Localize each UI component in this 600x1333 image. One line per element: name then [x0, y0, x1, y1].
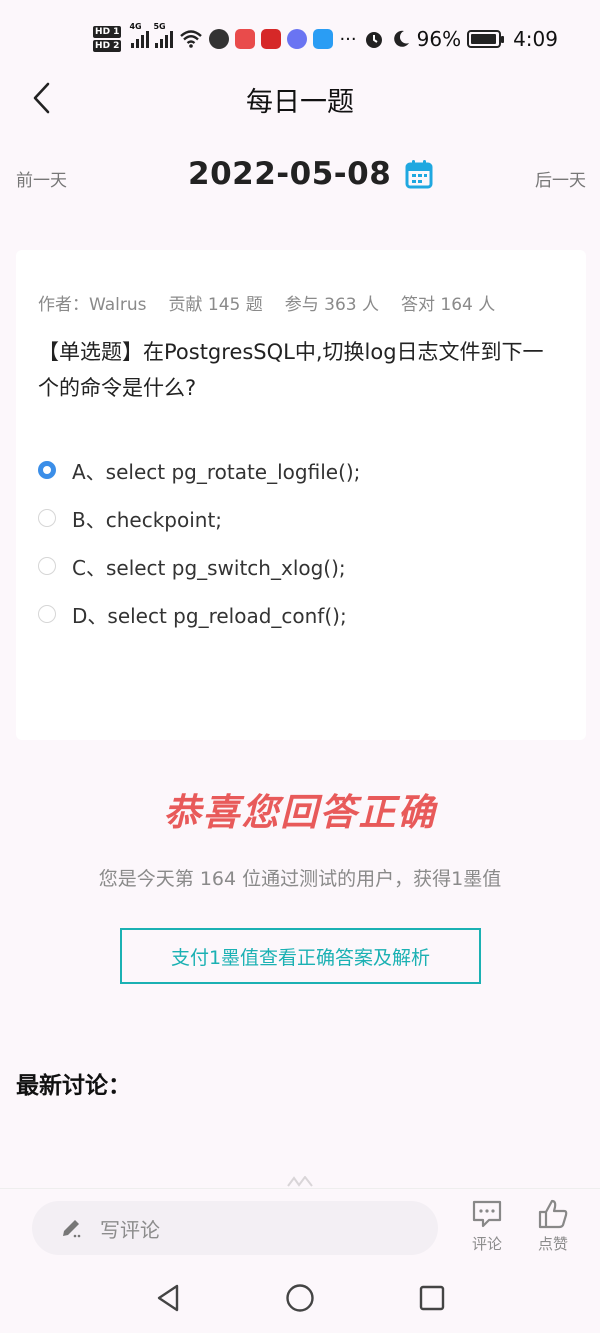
triangle-back-icon [157, 1284, 179, 1311]
thumbs-up-icon [538, 1199, 568, 1229]
question-text: 【单选题】在PostgresSQL中,切换log日志文件到下一个的命令是什么? [38, 340, 544, 400]
pencil-icon [63, 1220, 81, 1238]
empty-state-icon [287, 1176, 313, 1187]
next-day-link[interactable]: 后一天 [535, 166, 586, 191]
status-bar: HD 1 HD 2 4G 5G ··· 96% 4:09 [0, 0, 600, 78]
contributed-count: 贡献 145 题 [168, 295, 263, 315]
option-list: A、select pg_rotate_logfile(); B、checkpoi… [38, 446, 360, 638]
hd-icon: HD 1 HD 2 [93, 26, 122, 52]
radio-button[interactable] [38, 605, 56, 623]
prev-day-link[interactable]: 前一天 [16, 166, 67, 191]
comment-bar: 写评论 评论 点赞 [0, 1188, 600, 1260]
option-c[interactable]: C、select pg_switch_xlog(); [38, 542, 360, 590]
comment-label: 评论 [471, 1235, 502, 1253]
battery-percent: 96% [416, 27, 462, 51]
app-icon [235, 29, 256, 49]
question-meta: 作者：Walrus 贡献 145 题 参与 363 人 答对 164 人 [38, 290, 495, 315]
app-icon [313, 29, 334, 49]
nav-home-button[interactable] [280, 1278, 320, 1318]
system-nav-bar [0, 1262, 600, 1333]
option-label: C、select pg_switch_xlog(); [72, 555, 346, 580]
congrats-message: 恭喜您回答正确 [163, 791, 437, 834]
like-label: 点赞 [537, 1235, 568, 1253]
signal-icon: 5G [153, 22, 174, 48]
app-icon [209, 29, 230, 49]
app-header: 每日一题 [0, 70, 600, 128]
result-subline: 您是今天第 164 位通过测试的用户，获得1墨值 [98, 868, 502, 890]
radio-button[interactable] [38, 461, 56, 479]
signal-icon: 4G [129, 22, 150, 48]
like-button[interactable]: 点赞 [528, 1197, 578, 1254]
option-label: D、select pg_reload_conf(); [72, 603, 347, 628]
option-b[interactable]: B、checkpoint; [38, 494, 360, 542]
date-navigator: 前一天 2022-05-08 后一天 [0, 150, 600, 206]
comment-placeholder: 写评论 [100, 1217, 160, 1242]
page-title: 每日一题 [246, 87, 354, 118]
question-card: 作者：Walrus 贡献 145 题 参与 363 人 答对 164 人 【单选… [16, 250, 586, 740]
discussion-title: 最新讨论： [16, 1073, 131, 1099]
nav-back-button[interactable] [148, 1278, 188, 1318]
option-label: B、checkpoint; [72, 507, 223, 532]
nav-recents-button[interactable] [412, 1278, 452, 1318]
battery-icon [467, 30, 505, 48]
option-a[interactable]: A、select pg_rotate_logfile(); [38, 446, 360, 494]
participants-count: 参与 363 人 [284, 295, 380, 315]
option-d[interactable]: D、select pg_reload_conf(); [38, 590, 360, 638]
view-answer-button[interactable]: 支付1墨值查看正确答案及解析 [120, 928, 481, 984]
option-label: A、select pg_rotate_logfile(); [72, 459, 361, 484]
moon-icon [393, 30, 409, 47]
correct-count: 答对 164 人 [401, 295, 496, 315]
app-icon [261, 29, 282, 49]
alarm-icon [365, 32, 382, 48]
calendar-icon[interactable] [405, 159, 433, 189]
radio-button[interactable] [38, 509, 56, 527]
app-icon [287, 29, 308, 49]
author-label: 作者：Walrus [38, 295, 147, 315]
clock: 4:09 [513, 27, 558, 51]
current-date: 2022-05-08 [188, 156, 392, 192]
more-icon: ··· [339, 28, 357, 50]
comment-icon [472, 1200, 502, 1228]
wifi-icon [180, 30, 203, 48]
comment-input[interactable]: 写评论 [32, 1201, 438, 1255]
radio-button[interactable] [38, 557, 56, 575]
square-recents-icon [419, 1285, 445, 1310]
circle-home-icon [286, 1283, 314, 1312]
comment-button[interactable]: 评论 [462, 1197, 512, 1254]
